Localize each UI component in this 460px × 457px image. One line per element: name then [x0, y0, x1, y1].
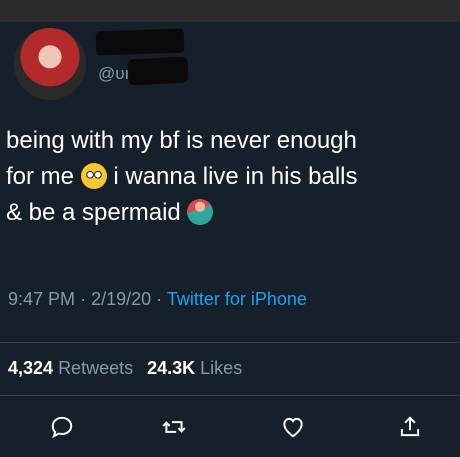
divider [0, 342, 460, 343]
likes-stat[interactable]: 24.3K Likes [147, 358, 242, 378]
tweet-stats: 4,324 Retweets 24.3K Likes [8, 358, 242, 379]
name-redaction [95, 28, 185, 56]
likes-count: 24.3K [147, 358, 196, 378]
meta-separator: · [156, 289, 163, 309]
tweet-text-line2b: i wanna live in his balls [113, 163, 358, 190]
retweet-icon [162, 421, 186, 433]
share-button[interactable] [394, 411, 426, 443]
avatar[interactable] [14, 28, 86, 100]
top-edge-strip [0, 0, 460, 22]
tweet-time[interactable]: 9:47 PM [8, 289, 75, 309]
tweet-date[interactable]: 2/19/20 [91, 289, 151, 309]
share-icon [400, 416, 420, 437]
retweets-stat[interactable]: 4,324 Retweets [8, 358, 133, 378]
handle-redaction [127, 56, 189, 86]
tweet-text-line1: being with my bf is never enough [6, 127, 357, 154]
tweet-text-line3a: & be a spermaid [6, 199, 181, 226]
heart-icon [283, 417, 303, 438]
tweet-text-line2a: for me [6, 163, 75, 190]
retweets-label: Retweets [58, 358, 134, 378]
mermaid-emoji-icon [187, 199, 214, 225]
user-handle[interactable]: @υı [98, 64, 129, 84]
divider [0, 395, 460, 396]
rolling-eyes-emoji-icon [80, 163, 107, 189]
tweet-card: @υı being with my bf is never enough for… [0, 22, 460, 457]
tweet-source-link[interactable]: Twitter for iPhone [167, 289, 307, 309]
likes-label: Likes [200, 358, 243, 378]
retweets-count: 4,324 [8, 358, 54, 378]
tweet-text: being with my bf is never enough for me … [6, 123, 456, 231]
retweet-button[interactable] [158, 411, 190, 443]
tweet-actions [0, 407, 460, 447]
like-button[interactable] [277, 411, 309, 443]
reply-icon [51, 416, 73, 439]
reply-button[interactable] [46, 411, 78, 443]
tweet-meta: 9:47 PM · 2/19/20 · Twitter for iPhone [8, 289, 307, 310]
meta-separator: · [80, 289, 87, 309]
